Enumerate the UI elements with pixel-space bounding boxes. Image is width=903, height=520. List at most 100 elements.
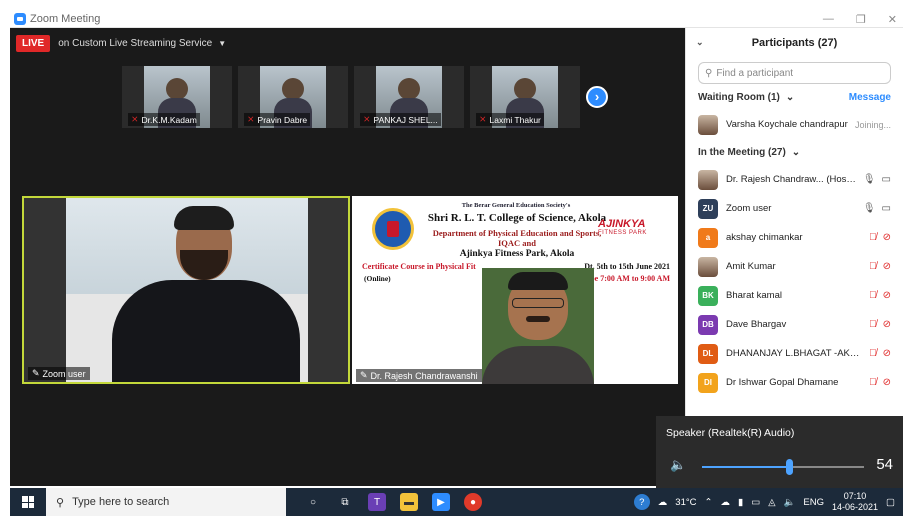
usb-icon[interactable]: ▮ bbox=[738, 497, 743, 508]
speaker-device-label: Speaker (Realtek(R) Audio) bbox=[666, 427, 795, 439]
search-icon: ⚲ bbox=[705, 67, 713, 79]
waiting-room-header[interactable]: Waiting Room (1) ⌄ Message bbox=[686, 84, 903, 110]
participant-row[interactable]: Amit Kumar 🎙̸ ⊘ bbox=[686, 252, 903, 281]
person-head bbox=[282, 78, 304, 100]
video-off-icon[interactable]: ⊘ bbox=[883, 348, 891, 359]
video-off-icon[interactable]: ⊘ bbox=[883, 319, 891, 330]
participant-row[interactable]: ZU Zoom user 🎙 ▭ bbox=[686, 194, 903, 223]
video-tile-host[interactable]: The Berar General Education Society's Sh… bbox=[352, 196, 678, 384]
chevron-down-icon: ⌄ bbox=[785, 91, 795, 103]
onedrive-icon[interactable]: ☁ bbox=[721, 497, 731, 508]
weather-temp[interactable]: 31°C bbox=[675, 497, 696, 508]
video-tile-active-speaker[interactable]: ✎ Zoom user bbox=[22, 196, 350, 384]
volume-slider[interactable] bbox=[702, 459, 864, 475]
poster-online: (Online) bbox=[364, 274, 391, 283]
tile-name: Zoom user bbox=[42, 368, 86, 379]
window-controls: — ❐ ✕ bbox=[823, 10, 897, 28]
video-stage: LIVE on Custom Live Streaming Service ▼ … bbox=[10, 28, 685, 486]
taskbar-search-box[interactable]: ⚲ Type here to search bbox=[46, 488, 286, 516]
poster-course: Certificate Course in Physical Fit bbox=[362, 262, 476, 271]
mic-muted-icon[interactable]: 🎙̸ bbox=[869, 319, 877, 330]
maximize-button[interactable]: ❐ bbox=[856, 13, 866, 26]
participant-row[interactable]: BK Bharat kamal 🎙̸ ⊘ bbox=[686, 281, 903, 310]
message-button[interactable]: Message bbox=[849, 92, 891, 103]
windows-logo-icon bbox=[22, 496, 34, 508]
participant-controls: 🎙̸ ⊘ bbox=[869, 377, 891, 388]
video-icon[interactable]: ▭ bbox=[882, 203, 891, 214]
mic-muted-icon[interactable]: 🎙̸ bbox=[869, 261, 877, 272]
video-off-icon[interactable]: ⊘ bbox=[883, 232, 891, 243]
title-bar: Zoom Meeting — ❐ ✕ bbox=[10, 10, 903, 28]
person-hair bbox=[508, 272, 568, 290]
video-off-icon[interactable]: ⊘ bbox=[883, 290, 891, 301]
video-off-icon[interactable]: ⊘ bbox=[883, 261, 891, 272]
left-border bbox=[0, 0, 10, 520]
in-meeting-header[interactable]: In the Meeting (27) ⌄ bbox=[686, 139, 903, 165]
tile-name: Dr. Rajesh Chandrawanshi bbox=[370, 370, 478, 381]
participant-thumbnail[interactable]: ⨯ Laxmi Thakur bbox=[470, 66, 580, 128]
chevron-up-icon[interactable]: ⌃ bbox=[705, 497, 713, 508]
video-icon[interactable]: ▭ bbox=[882, 174, 891, 185]
help-icon[interactable]: ? bbox=[633, 494, 650, 510]
participant-name: Varsha Koychale chandrapur bbox=[726, 119, 848, 130]
clock[interactable]: 07:10 14-06-2021 bbox=[832, 491, 878, 513]
participant-row[interactable]: a akshay chimankar 🎙̸ ⊘ bbox=[686, 223, 903, 252]
volume-slider-thumb[interactable] bbox=[786, 459, 794, 475]
battery-icon[interactable]: ▭ bbox=[751, 497, 760, 508]
next-page-arrow-icon[interactable]: › bbox=[586, 86, 608, 108]
start-button[interactable] bbox=[10, 488, 46, 516]
ajinkya-logo-sub: FITNESS PARK bbox=[598, 230, 647, 236]
poster-date: Dt. 5th to 15th June 2021 bbox=[584, 262, 670, 271]
mic-muted-icon[interactable]: 🎙̸ bbox=[869, 290, 877, 301]
mic-icon[interactable]: 🎙 bbox=[863, 203, 876, 214]
window-title: Zoom Meeting bbox=[30, 12, 101, 25]
task-view-icon[interactable]: ⧉ bbox=[336, 493, 354, 511]
participant-thumbnail[interactable]: ⨯ PANKAJ SHEL... bbox=[354, 66, 464, 128]
chrome-icon[interactable]: ● bbox=[464, 493, 482, 511]
close-button[interactable]: ✕ bbox=[888, 13, 897, 26]
language-indicator[interactable]: ENG bbox=[803, 497, 824, 508]
weather-icon[interactable]: ☁ bbox=[658, 497, 668, 508]
participant-row[interactable]: Dr. Rajesh Chandraw... (Host, me) 🎙 ▭ bbox=[686, 165, 903, 194]
thumbnail-name: Pravin Dabre bbox=[257, 114, 308, 125]
speaker-icon[interactable]: 🔈 bbox=[670, 457, 686, 473]
participant-search-input[interactable]: ⚲ Find a participant bbox=[698, 62, 891, 84]
chevron-down-icon[interactable]: ⌄ bbox=[696, 37, 704, 48]
minimize-button[interactable]: — bbox=[823, 13, 834, 25]
tile-label: ✎ Dr. Rajesh Chandrawanshi bbox=[356, 369, 482, 382]
volume-icon[interactable]: 🔈 bbox=[784, 497, 796, 508]
tile-label: ✎ Zoom user bbox=[28, 367, 90, 380]
live-badge: LIVE bbox=[16, 34, 51, 52]
ajinkya-logo: AJINKYA FITNESS PARK bbox=[598, 218, 668, 244]
notification-icon[interactable]: ▢ bbox=[886, 497, 895, 508]
mic-icon[interactable]: 🎙 bbox=[863, 174, 876, 185]
participant-row[interactable]: DB Dave Bhargav 🎙̸ ⊘ bbox=[686, 310, 903, 339]
participants-title: Participants (27) bbox=[751, 37, 838, 49]
thumbnail-name: Dr.K.M.Kadam bbox=[141, 114, 197, 125]
mic-muted-icon[interactable]: 🎙̸ bbox=[869, 377, 877, 388]
participant-row[interactable]: DI Dr Ishwar Gopal Dhamane 🎙̸ ⊘ bbox=[686, 368, 903, 397]
mic-muted-icon[interactable]: 🎙̸ bbox=[869, 232, 877, 243]
participant-controls: 🎙̸ ⊘ bbox=[869, 261, 891, 272]
live-service-dropdown[interactable]: on Custom Live Streaming Service ▼ bbox=[58, 38, 226, 49]
participant-name: Bharat kamal bbox=[726, 290, 782, 301]
participant-row[interactable]: DL DHANANJAY L.BHAGAT -AKOL... 🎙̸ ⊘ bbox=[686, 339, 903, 368]
participant-thumbnail[interactable]: ⨯ Pravin Dabre bbox=[238, 66, 348, 128]
participant-thumbnail[interactable]: ⨯ Dr.K.M.Kadam bbox=[122, 66, 232, 128]
teams-icon[interactable]: T bbox=[368, 493, 386, 511]
cortana-icon[interactable]: ○ bbox=[304, 493, 322, 511]
avatar: ZU bbox=[698, 198, 718, 219]
zoom-taskbar-icon[interactable]: ▶ bbox=[432, 493, 450, 511]
waiting-participant-row[interactable]: Varsha Koychale chandrapur Joining... bbox=[686, 110, 903, 139]
mic-muted-icon[interactable]: 🎙̸ bbox=[869, 348, 877, 359]
video-letterbox bbox=[24, 198, 66, 382]
clock-time: 07:10 bbox=[843, 491, 867, 501]
search-placeholder: Find a participant bbox=[716, 67, 794, 79]
file-explorer-icon[interactable]: ▬ bbox=[400, 493, 418, 511]
network-icon[interactable]: ◬ bbox=[768, 497, 775, 508]
participant-name: Amit Kumar bbox=[726, 261, 776, 272]
video-off-icon[interactable]: ⊘ bbox=[883, 377, 891, 388]
poster-fitness-park: Ajinkya Fitness Park, Akola bbox=[459, 249, 575, 259]
participants-panel: ⌄ Participants (27) ⚲ Find a participant… bbox=[685, 28, 903, 416]
thumbnail-name: Laxmi Thakur bbox=[489, 114, 541, 125]
